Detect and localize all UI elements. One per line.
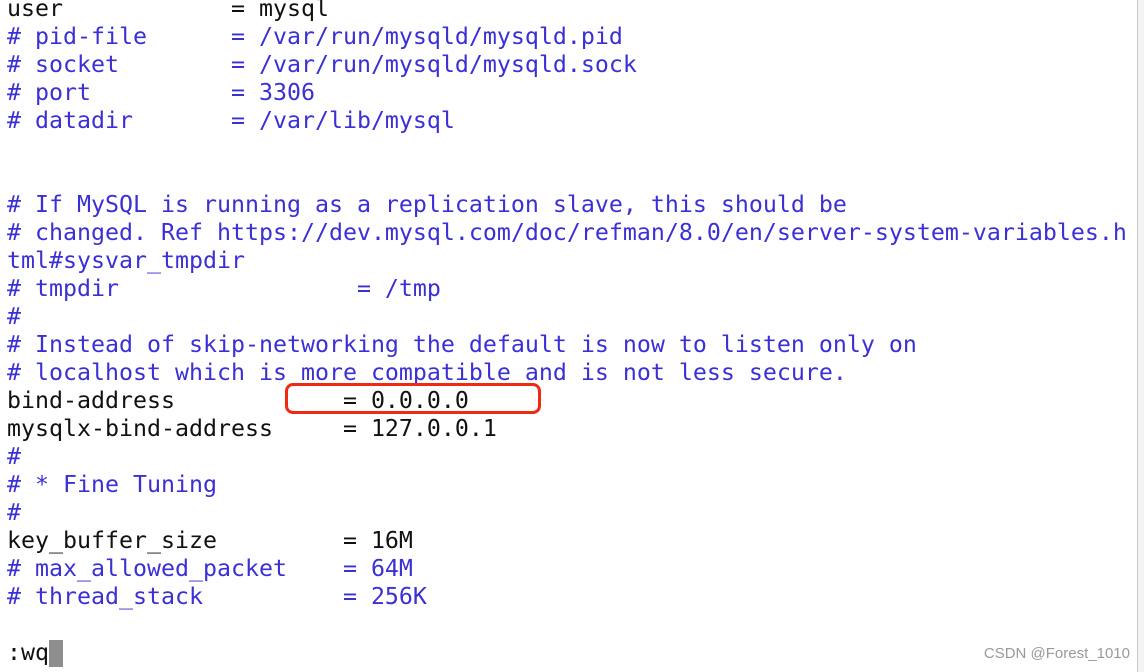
comment-line: # changed. Ref https://dev.mysql.com/doc… [7,219,1127,246]
setting-line: key_buffer_size = 16M [7,527,413,554]
comment-line: # pid-file = /var/run/mysqld/mysqld.pid [7,23,623,50]
comment-line: # [7,303,21,330]
comment-line: # socket = /var/run/mysqld/mysqld.sock [7,51,637,78]
bind-address-highlight-box [285,383,541,414]
setting-line: user = mysql [7,0,329,22]
command-line[interactable]: :wq [7,639,63,667]
command-text: :wq [7,639,49,666]
setting-line: mysqlx-bind-address = 127.0.0.1 [7,415,497,442]
cursor [49,639,63,667]
comment-line: # thread_stack = 256K [7,583,427,610]
comment-line: # max_allowed_packet = 64M [7,555,413,582]
setting-line: bind-address = 0.0.0.0 [7,387,469,414]
comment-line: # datadir = /var/lib/mysql [7,107,455,134]
comment-line: # Instead of skip-networking the default… [7,331,917,358]
comment-line: # If MySQL is running as a replication s… [7,191,847,218]
comment-line: tml#sysvar_tmpdir [7,247,245,274]
comment-line: # [7,499,21,526]
comment-line: # [7,443,21,470]
config-file-text[interactable]: user = mysql # pid-file = /var/run/mysqld… [7,0,1127,611]
comment-line: # port = 3306 [7,79,315,106]
watermark: CSDN @Forest_1010 [983,645,1130,662]
comment-line: # localhost which is more compatible and… [7,359,847,386]
comment-line: # tmpdir = /tmp [7,275,441,302]
comment-line: # * Fine Tuning [7,471,217,498]
window-edge [1137,0,1144,672]
